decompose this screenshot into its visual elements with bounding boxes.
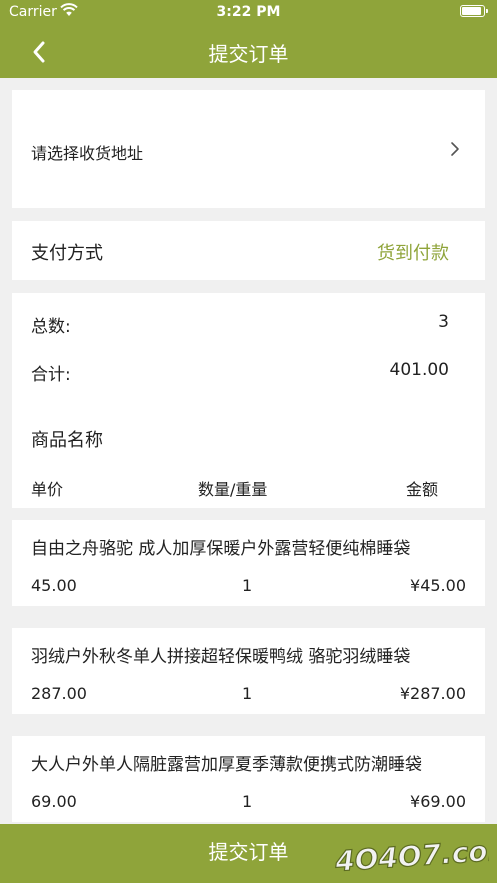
payment-label: 支付方式 <box>31 243 103 264</box>
nav-bar: 提交订单 <box>0 26 497 78</box>
status-time: 3:22 PM <box>216 4 281 20</box>
total-count-label: 总数: <box>31 317 71 337</box>
item-name: 大人户外单人隔脏露营加厚夏季薄款便携式防潮睡袋 <box>31 755 422 775</box>
battery-level <box>462 7 481 15</box>
chevron-right-icon <box>451 142 459 156</box>
item-price: 69.00 <box>31 792 77 811</box>
subtotal-value: 401.00 <box>389 360 449 380</box>
subtotal-label: 合计: <box>31 365 71 385</box>
status-bar: Carrier 3:22 PM <box>0 0 497 26</box>
watermark-text: 4O4O7.com <box>333 833 489 878</box>
payment-value: 货到付款 <box>377 243 449 264</box>
payment-method[interactable]: 支付方式 货到付款 <box>12 221 485 280</box>
item-amount: ¥287.00 <box>399 684 466 703</box>
battery-icon <box>460 5 488 17</box>
order-summary: 总数: 3 合计: 401.00 商品名称 单价 数量/重量 金额 <box>12 293 485 508</box>
total-count-value: 3 <box>438 312 449 332</box>
list-item[interactable]: 自由之舟骆驼 成人加厚保暖户外露营轻便纯棉睡袋 45.00 1 ¥45.00 <box>12 520 485 606</box>
list-item[interactable]: 大人户外单人隔脏露营加厚夏季薄款便携式防潮睡袋 69.00 1 ¥69.00 <box>12 736 485 822</box>
column-amount: 金额 <box>406 480 439 499</box>
address-selector[interactable]: 请选择收货地址 <box>12 90 485 208</box>
top-bar: Carrier 3:22 PM 提交订单 <box>0 0 497 78</box>
item-qty: 1 <box>242 684 253 703</box>
watermark-logo: 4O4O7.com <box>333 832 489 878</box>
page-title: 提交订单 <box>208 42 289 66</box>
column-qty: 数量/重量 <box>198 480 268 499</box>
product-name-label: 商品名称 <box>31 430 103 451</box>
item-amount: ¥69.00 <box>410 792 466 811</box>
item-name: 羽绒户外秋冬单人拼接超轻保暖鸭绒 骆驼羽绒睡袋 <box>31 647 411 667</box>
address-label: 请选择收货地址 <box>31 144 144 163</box>
item-name: 自由之舟骆驼 成人加厚保暖户外露营轻便纯棉睡袋 <box>31 539 411 559</box>
item-price: 45.00 <box>31 576 77 595</box>
item-amount: ¥45.00 <box>410 576 466 595</box>
item-price: 287.00 <box>31 684 87 703</box>
column-price: 单价 <box>31 480 64 499</box>
item-qty: 1 <box>242 576 253 595</box>
list-item[interactable]: 羽绒户外秋冬单人拼接超轻保暖鸭绒 骆驼羽绒睡袋 287.00 1 ¥287.00 <box>12 628 485 714</box>
order-screen: Carrier 3:22 PM 提交订单 请选择收货地址 支付方式 货到付款 总… <box>0 0 497 883</box>
item-qty: 1 <box>242 792 253 811</box>
